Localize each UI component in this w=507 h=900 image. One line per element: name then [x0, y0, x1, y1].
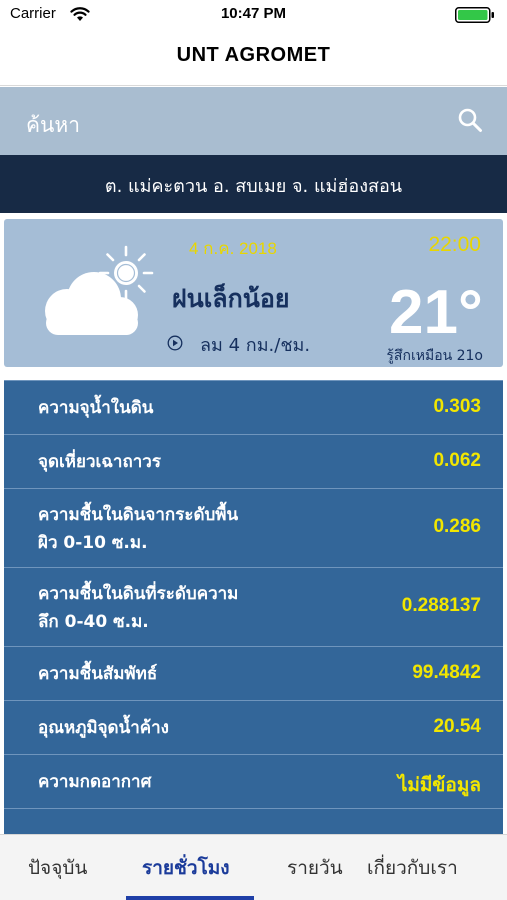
nav-bar: UNT AGROMET	[0, 30, 507, 86]
row-label: ความชื้นสัมพัทธ์	[38, 664, 158, 684]
feels-like: รู้สึกเหมือน 21o	[386, 348, 483, 364]
row-value: 0.286	[433, 516, 481, 537]
status-bar: Carrier 10:47 PM	[0, 0, 507, 30]
row-label: จุดเหี่ยวเฉาถาวร	[38, 452, 161, 472]
row-label: ความกดอากาศ	[38, 772, 152, 792]
partly-cloudy-icon	[45, 245, 154, 335]
row-value: 0.303	[433, 396, 481, 417]
list-item: จุดเหี่ยวเฉาถาวร 0.062	[4, 434, 503, 488]
location-bar: ต. แม่คะตวน อ. สบเมย จ. แม่ฮ่องสอน	[0, 155, 507, 213]
row-value: 0.062	[433, 450, 481, 471]
search-bar[interactable]: ค้นหา	[0, 87, 507, 155]
row-value: 20.54	[433, 716, 481, 737]
list-item: ความจุน้ำในดิน 0.303	[4, 380, 503, 434]
wind-speed: ลม 4 กม./ชม.	[200, 335, 311, 356]
wind-direction-icon	[167, 335, 183, 351]
row-label-line2: ลึก 0-40 ซ.ม.	[38, 612, 149, 632]
current-weather-card: 4 ก.ค. 2018 22:00 ฝนเล็กน้อย ลม 4 กม./ชม…	[4, 219, 503, 367]
row-label-line2: ผิว 0-10 ซ.ม.	[38, 533, 148, 553]
temperature: 21°	[389, 278, 483, 347]
row-value: 0.288137	[401, 595, 481, 616]
forecast-time: 22:00	[428, 233, 481, 256]
row-label: ความชื้นในดินจากระดับพื้น	[38, 505, 239, 525]
search-icon[interactable]	[457, 107, 483, 133]
battery-icon	[455, 7, 494, 23]
row-value: 99.4842	[412, 662, 481, 683]
search-input[interactable]: ค้นหา	[26, 109, 80, 142]
location-label: ต. แม่คะตวน อ. สบเมย จ. แม่ฮ่องสอน	[104, 176, 403, 197]
active-tab-indicator	[126, 896, 254, 900]
row-label: ความชื้นในดินที่ระดับความ	[38, 584, 239, 604]
agro-data-list[interactable]: ความจุน้ำในดิน 0.303 จุดเหี่ยวเฉาถาวร 0.…	[4, 380, 503, 834]
forecast-date: 4 ก.ค. 2018	[189, 239, 277, 258]
weather-condition: ฝนเล็กน้อย	[172, 284, 290, 313]
tab-about[interactable]: เกี่ยวกับเรา	[367, 853, 458, 883]
row-label: ความจุน้ำในดิน	[38, 398, 154, 418]
list-item: ความชื้นในดินจากระดับพื้น ผิว 0-10 ซ.ม. …	[4, 488, 503, 567]
list-item: อุณหภูมิจุดน้ำค้าง 20.54	[4, 700, 503, 754]
tab-current[interactable]: ปัจจุบัน	[28, 853, 87, 883]
clock: 10:47 PM	[220, 5, 287, 22]
row-label: อุณหภูมิจุดน้ำค้าง	[38, 718, 169, 738]
list-item: ความกดอากาศ ไม่มีข้อมูล	[4, 754, 503, 808]
tab-daily[interactable]: รายวัน	[287, 853, 343, 883]
list-item: ความชื้นสัมพัทธ์ 99.4842	[4, 646, 503, 700]
row-value: ไม่มีข้อมูล	[397, 775, 481, 796]
app-title: UNT AGROMET	[176, 44, 331, 66]
list-item: ความชื้นในดินที่ระดับความ ลึก 0-40 ซ.ม. …	[4, 567, 503, 646]
list-item-partial	[4, 808, 503, 834]
tab-bar: ปัจจุบัน รายชั่วโมง รายวัน เกี่ยวกับเรา	[0, 834, 507, 900]
tab-hourly[interactable]: รายชั่วโมง	[142, 853, 230, 883]
